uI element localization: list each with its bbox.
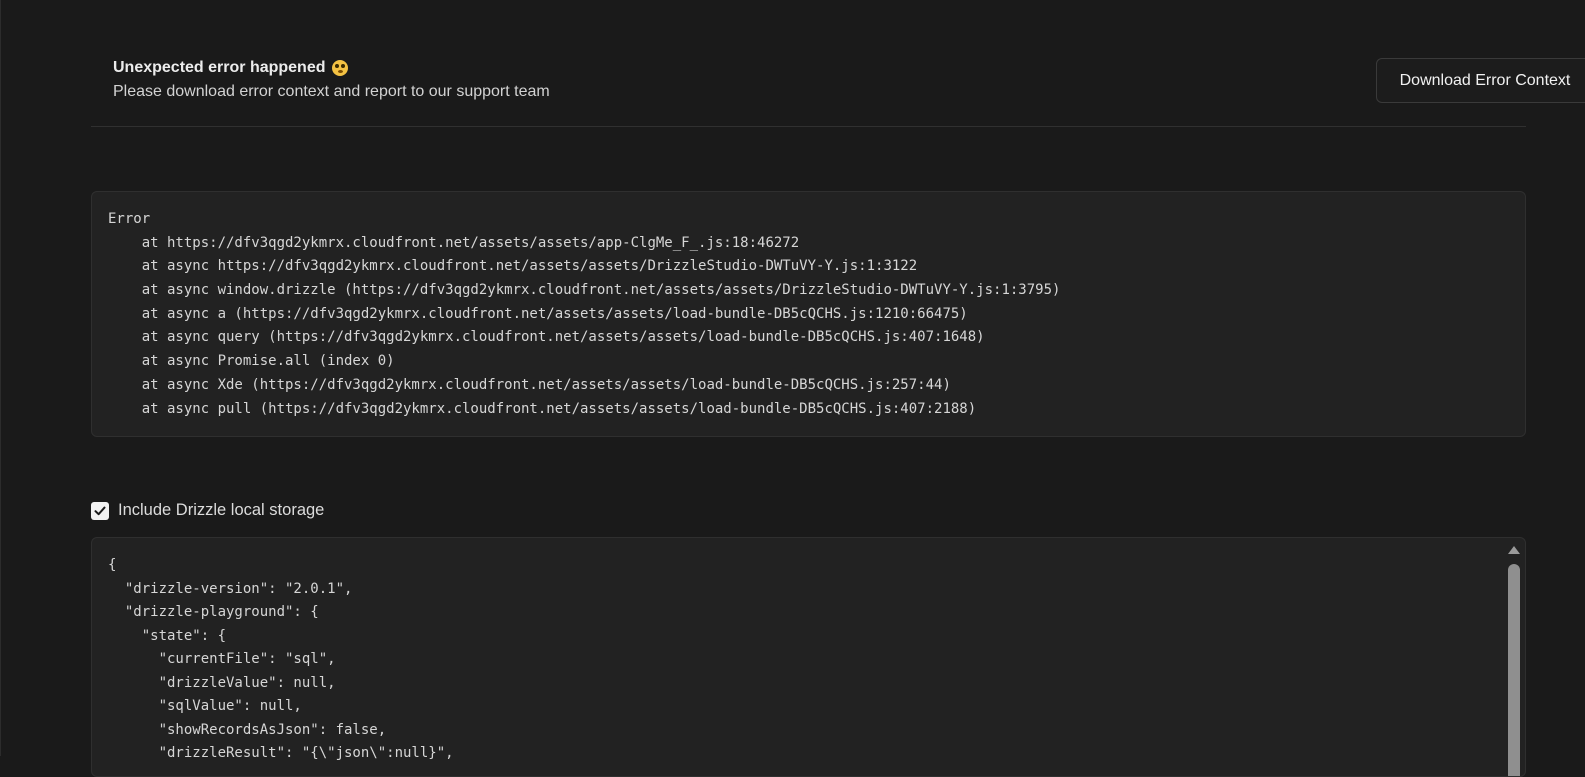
json-line: "drizzle-version": "2.0.1",: [108, 580, 353, 597]
error-line: at async pull (https://dfv3qgd2ykmrx.clo…: [108, 400, 977, 417]
error-line: at async a (https://dfv3qgd2ykmrx.cloudf…: [108, 305, 968, 322]
json-line: "drizzle-playground": {: [108, 604, 319, 620]
page-subtitle: Please download error context and report…: [113, 83, 550, 100]
download-error-context-button[interactable]: Download Error Context: [1376, 58, 1585, 103]
error-line: at async query (https://dfv3qgd2ykmrx.cl…: [108, 329, 985, 346]
error-line: at async Promise.all (index 0): [108, 353, 395, 370]
flushed-face-icon: [331, 60, 348, 76]
error-line: Error: [108, 211, 151, 227]
local-storage-json-panel[interactable]: { "drizzle-version": "2.0.1", "drizzle-p…: [91, 537, 1526, 777]
include-local-storage-row[interactable]: Include Drizzle local storage: [91, 501, 324, 520]
json-line: "drizzleResult": "{\"json\":null}",: [108, 745, 454, 761]
json-line: {: [108, 557, 117, 573]
error-line: at async window.drizzle (https://dfv3qgd…: [108, 282, 1061, 299]
error-line: at async https://dfv3qgd2ykmrx.cloudfron…: [108, 258, 918, 275]
json-content: { "drizzle-version": "2.0.1", "drizzle-p…: [108, 554, 454, 766]
error-header: Unexpected error happened Please downloa…: [91, 0, 1585, 127]
json-line: "showRecordsAsJson": false,: [108, 721, 387, 738]
page-title: Unexpected error happened: [113, 59, 326, 76]
scroll-up-arrow-icon[interactable]: [1508, 546, 1520, 554]
title-row: Unexpected error happened: [113, 59, 348, 77]
include-local-storage-checkbox[interactable]: [91, 501, 109, 520]
scroll-thumb[interactable]: [1508, 564, 1520, 776]
json-line: "drizzleValue": null,: [108, 674, 336, 691]
page-left-border: [0, 0, 1, 756]
json-line: "sqlValue": null,: [108, 698, 302, 714]
error-line: at async Xde (https://dfv3qgd2ykmrx.clou…: [108, 376, 951, 393]
json-line: "state": {: [108, 627, 227, 644]
check-icon: [94, 506, 106, 515]
json-line: "currentFile": "sql",: [108, 651, 336, 667]
json-scrollbar[interactable]: [1507, 542, 1521, 776]
error-stack-panel: Error at https://dfv3qgd2ykmrx.cloudfron…: [91, 191, 1526, 437]
error-line: at https://dfv3qgd2ykmrx.cloudfront.net/…: [108, 234, 800, 251]
include-local-storage-label[interactable]: Include Drizzle local storage: [118, 501, 324, 520]
